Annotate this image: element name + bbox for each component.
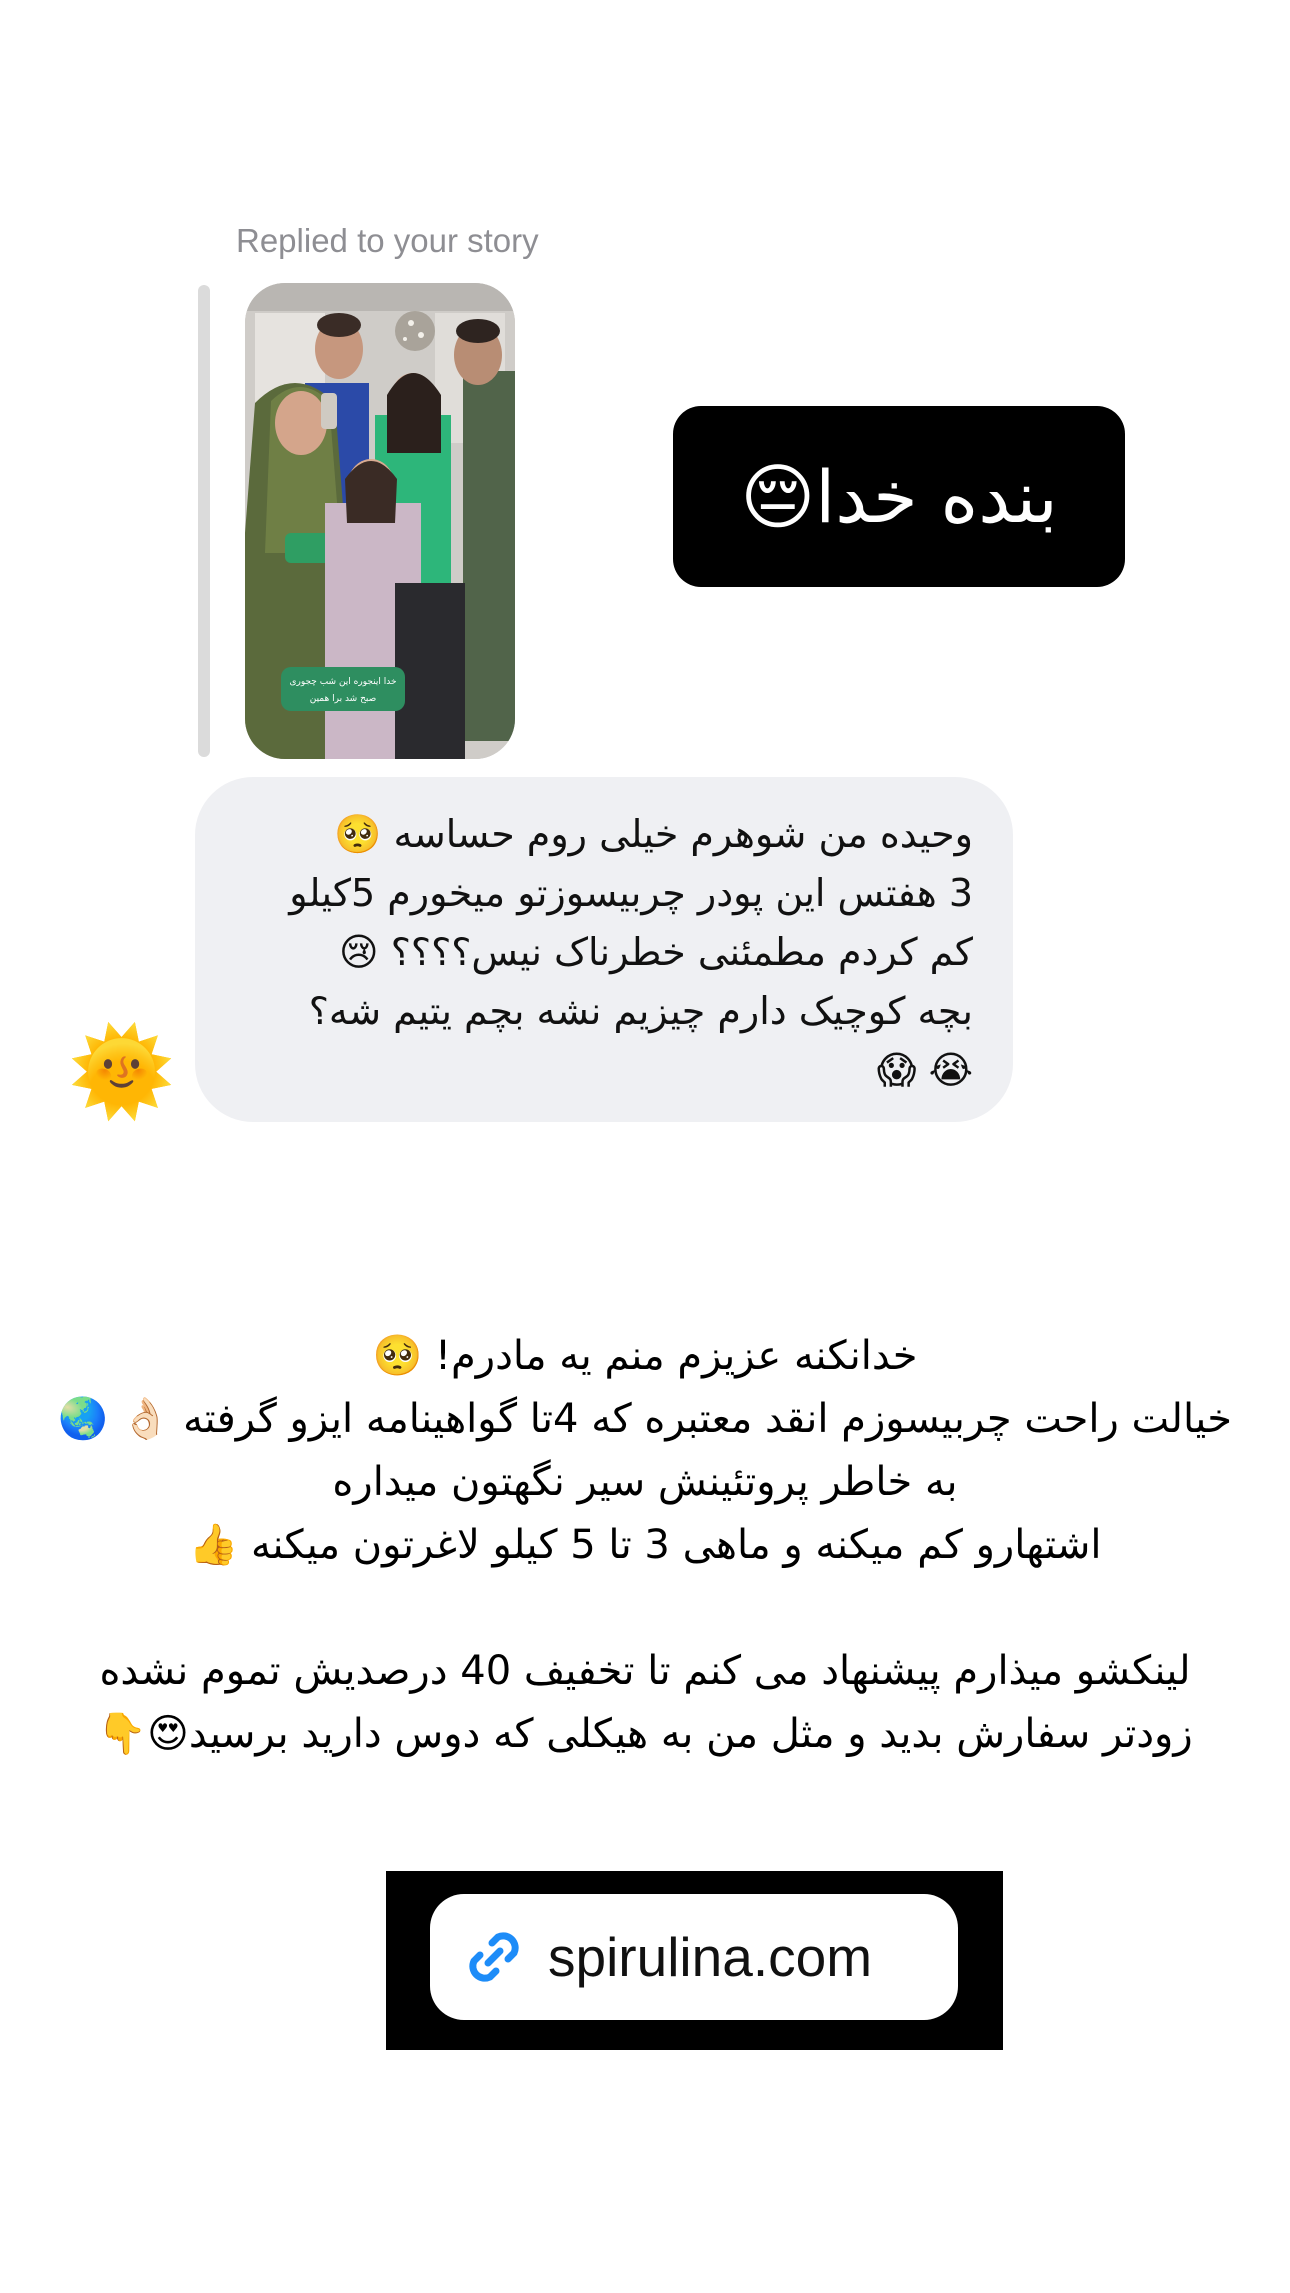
message-line: وحیده من شوهرم خیلی روم حساسه 🥺 [334, 812, 973, 856]
story-sticker-text: خدا اینجوره این شب چجوری [289, 677, 396, 687]
story-sticker-text-2: صبح شد برا همین [310, 694, 377, 704]
link-sticker[interactable]: spirulina.com [430, 1894, 958, 2020]
story-thumbnail[interactable]: خدا اینجوره این شب چجوری صبح شد برا همین [245, 283, 515, 759]
story-reply-sticker: بنده خدا😔 [673, 406, 1125, 587]
story-photo: خدا اینجوره این شب چجوری صبح شد برا همین [245, 283, 515, 759]
link-sticker-frame: spirulina.com [386, 1871, 1003, 2050]
message-line: 😭 😱 [876, 1048, 973, 1092]
caption-line: خدانکنه عزیزم منم یه مادرم! 🥺 [372, 1333, 918, 1379]
caption-spacer [20, 1577, 1270, 1640]
sender-avatar[interactable]: 🌞 [68, 1020, 175, 1124]
reply-quote-bar [198, 285, 210, 757]
caption-line: به خاطر پروتئینش سیر نگهتون میداره [332, 1459, 958, 1505]
story-caption: خدانکنه عزیزم منم یه مادرم! 🥺 خیالت راحت… [20, 1325, 1270, 1766]
message-line: 3 هفتس این پودر چربیسوزتو میخورم 5کیلو [289, 871, 973, 915]
link-icon [469, 1932, 519, 1982]
story-reply-sticker-text: بنده خدا😔 [740, 454, 1058, 539]
caption-line: خیالت راحت چربیسوزم انقد معتبره که 4تا گ… [58, 1396, 1232, 1442]
replied-to-story-label: Replied to your story [236, 222, 539, 259]
caption-line: اشتهارو کم میکنه و ماهی 3 تا 5 کیلو لاغر… [188, 1522, 1102, 1568]
caption-line: لینکشو میذارم پیشنهاد می کنم تا تخفیف 40… [99, 1648, 1191, 1694]
message-line: بچه کوچیک دارم چیزیم نشه بچم یتیم شه؟ [308, 989, 973, 1033]
link-url-text: spirulina.com [548, 1926, 873, 1988]
message-bubble[interactable]: وحیده من شوهرم خیلی روم حساسه 🥺 3 هفتس ا… [195, 777, 1013, 1122]
caption-line: زودتر سفارش بدید و مثل من به هیکلی که دو… [97, 1711, 1193, 1757]
message-line: کم کردم مطمئنی خطرناک نیس؟؟؟؟ 😢 [339, 930, 973, 974]
